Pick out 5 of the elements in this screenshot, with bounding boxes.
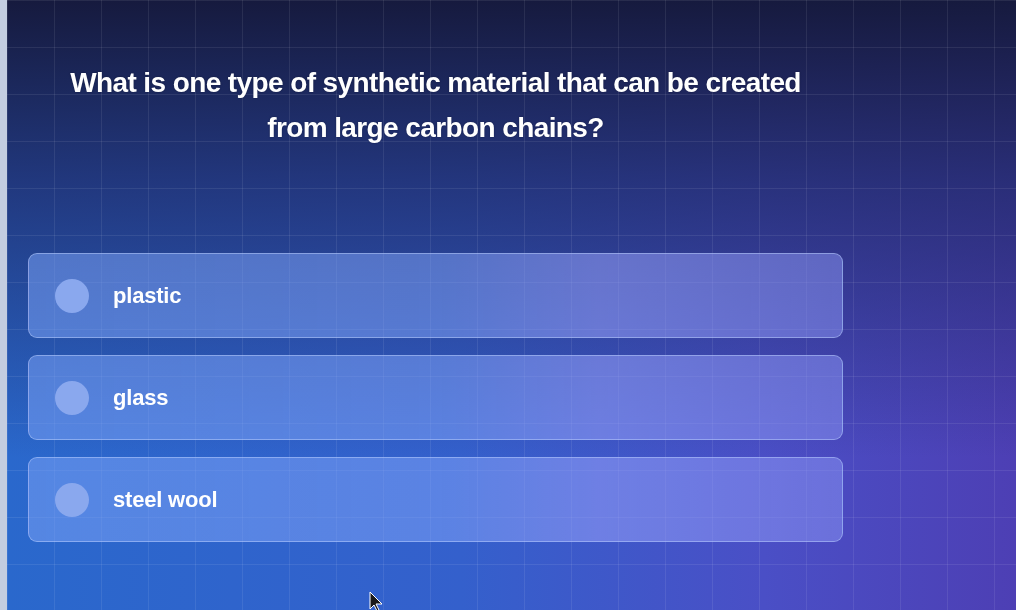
cursor-icon	[369, 591, 383, 610]
answer-option[interactable]: glass	[28, 355, 843, 440]
answer-option[interactable]: plastic	[28, 253, 843, 338]
answer-option[interactable]: steel wool	[28, 457, 843, 542]
question-text: What is one type of synthetic material that can be created from large carbon chains?	[69, 66, 802, 145]
